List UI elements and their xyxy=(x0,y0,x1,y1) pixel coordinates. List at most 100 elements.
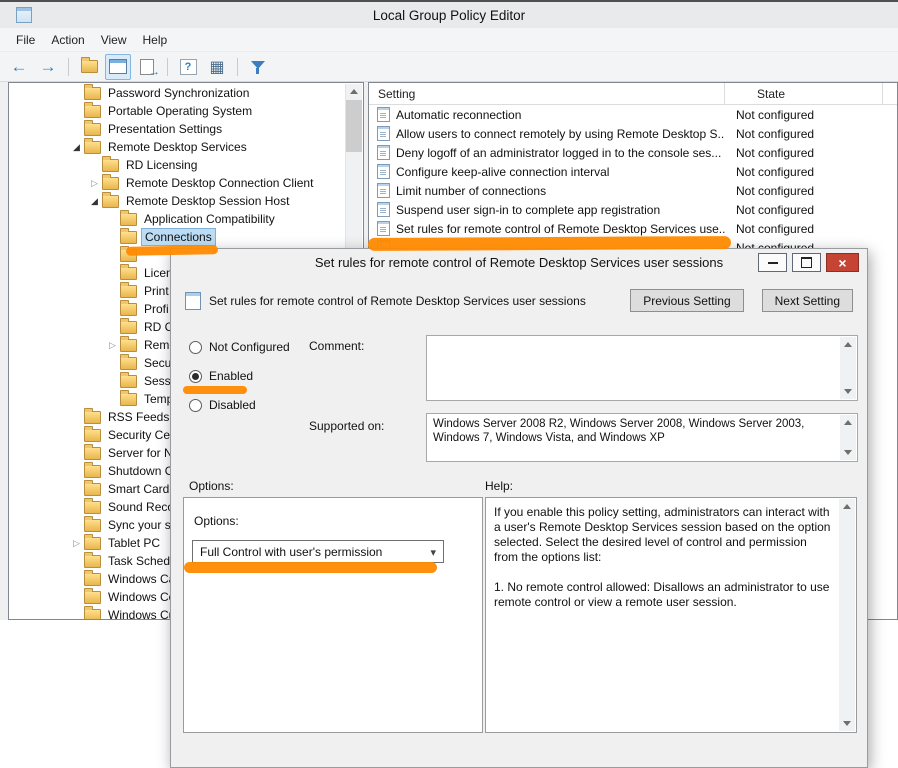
menu-action[interactable]: Action xyxy=(43,31,92,49)
tree-item-label: Windows Ca xyxy=(105,571,178,587)
help-icon[interactable] xyxy=(175,54,201,80)
minimize-icon xyxy=(768,262,778,264)
folder-icon xyxy=(84,465,101,478)
back-arrow-glyph xyxy=(11,57,28,77)
scroll-down-button[interactable] xyxy=(840,445,856,460)
filter-icon[interactable] xyxy=(245,54,271,80)
column-header-state[interactable]: State xyxy=(725,83,883,104)
radio-label: Enabled xyxy=(209,369,253,383)
folder-icon xyxy=(84,591,101,604)
annotation-connections xyxy=(126,245,218,256)
collapsed-twisty-icon[interactable] xyxy=(69,538,84,549)
remote-control-level-dropdown[interactable]: Full Control with user's permission xyxy=(192,540,444,563)
tree-item-remote-desktop-connection-client[interactable]: Remote Desktop Connection Client xyxy=(9,174,363,192)
previous-setting-button[interactable]: Previous Setting xyxy=(630,289,743,312)
folder-icon xyxy=(102,159,119,172)
radio-button-icon[interactable] xyxy=(189,341,202,354)
tree-item-label: Remote Desktop Connection Client xyxy=(123,175,316,191)
settings-row[interactable]: Allow users to connect remotely by using… xyxy=(369,124,897,143)
settings-row[interactable]: Automatic reconnectionNot configured xyxy=(369,105,897,124)
tree-item-label: Remote Desktop Services xyxy=(105,139,250,155)
radio-disabled[interactable]: Disabled xyxy=(189,395,290,415)
export-list-icon[interactable] xyxy=(134,54,160,80)
collapsed-twisty-icon[interactable] xyxy=(87,178,102,189)
next-setting-button[interactable]: Next Setting xyxy=(762,289,853,312)
supported-on-box[interactable]: Windows Server 2008 R2, Windows Server 2… xyxy=(426,413,858,462)
tree-item-label: Windows Co xyxy=(105,589,178,605)
forward-icon[interactable] xyxy=(35,54,61,80)
tree-item-presentation-settings[interactable]: Presentation Settings xyxy=(9,120,363,138)
scroll-up-button[interactable] xyxy=(840,337,856,352)
folder-icon xyxy=(84,87,101,100)
expanded-twisty-icon[interactable] xyxy=(69,142,84,153)
settings-row[interactable]: Deny logoff of an administrator logged i… xyxy=(369,143,897,162)
tree-item-label: Sound Reco xyxy=(105,499,177,515)
minimize-button[interactable] xyxy=(758,253,787,272)
tree-item-label: RD Licensing xyxy=(123,157,200,173)
folder-icon xyxy=(84,105,101,118)
settings-row[interactable]: Limit number of connectionsNot configure… xyxy=(369,181,897,200)
tree-item-rd-licensing[interactable]: RD Licensing xyxy=(9,156,363,174)
help-pane: If you enable this policy setting, admin… xyxy=(485,497,857,733)
comment-textarea[interactable] xyxy=(426,335,858,401)
maximize-button[interactable] xyxy=(792,253,821,272)
window-title: Local Group Policy Editor xyxy=(0,8,898,23)
settings-row[interactable]: Suspend user sign-in to complete app reg… xyxy=(369,200,897,219)
menu-help[interactable]: Help xyxy=(135,31,176,49)
scroll-down-button[interactable] xyxy=(840,384,856,399)
tree-item-portable-operating-system[interactable]: Portable Operating System xyxy=(9,102,363,120)
scrollbar-thumb[interactable] xyxy=(346,100,362,152)
tree-item-remote-desktop-session-host[interactable]: Remote Desktop Session Host xyxy=(9,192,363,210)
setting-state: Not configured xyxy=(725,108,883,122)
tree-item-remote-desktop-services[interactable]: Remote Desktop Services xyxy=(9,138,363,156)
settings-column-headers: Setting State xyxy=(369,83,897,105)
column-header-setting[interactable]: Setting xyxy=(369,83,725,104)
folder-icon xyxy=(84,447,101,460)
policy-setting-icon xyxy=(377,145,390,160)
table-glyph xyxy=(209,57,224,77)
settings-row[interactable]: Set rules for remote control of Remote D… xyxy=(369,219,897,238)
console-glyph xyxy=(109,59,127,74)
scroll-up-button[interactable] xyxy=(840,415,856,430)
tree-item-label: Shutdown O xyxy=(105,463,177,479)
toolbar-separator xyxy=(237,58,238,76)
radio-button-icon[interactable] xyxy=(189,370,202,383)
help-text: If you enable this policy setting, admin… xyxy=(486,498,856,616)
tree-item-connections[interactable]: Connections xyxy=(9,228,363,246)
annotation-dropdown xyxy=(184,562,437,573)
close-button[interactable] xyxy=(826,253,859,272)
tree-item-label: Remote Desktop Session Host xyxy=(123,193,292,209)
help-scrollbar[interactable] xyxy=(839,499,855,731)
policy-setting-icon xyxy=(377,202,390,217)
folder-icon xyxy=(84,141,101,154)
expanded-twisty-icon[interactable] xyxy=(87,196,102,207)
setting-cell: Allow users to connect remotely by using… xyxy=(369,126,725,141)
window-titlebar[interactable]: Local Group Policy Editor xyxy=(0,2,898,28)
export-glyph xyxy=(140,59,154,75)
scroll-up-button[interactable] xyxy=(346,84,362,99)
radio-button-icon[interactable] xyxy=(189,399,202,412)
setting-name: Configure keep-alive connection interval xyxy=(396,165,609,179)
scroll-up-button[interactable] xyxy=(839,499,855,514)
radio-enabled[interactable]: Enabled xyxy=(189,366,290,386)
settings-row[interactable]: Configure keep-alive connection interval… xyxy=(369,162,897,181)
show-console-tree-icon[interactable] xyxy=(105,54,131,80)
folder-icon xyxy=(120,303,137,316)
comment-scrollbar[interactable] xyxy=(840,337,856,399)
standard-view-icon[interactable] xyxy=(204,54,230,80)
tree-item-label: Profi xyxy=(141,301,172,317)
back-icon[interactable] xyxy=(6,54,32,80)
dialog-titlebar[interactable]: Set rules for remote control of Remote D… xyxy=(171,249,867,276)
supported-scrollbar[interactable] xyxy=(840,415,856,460)
tree-item-application-compatibility[interactable]: Application Compatibility xyxy=(9,210,363,228)
tree-item-label: Server for N xyxy=(105,445,176,461)
up-one-level-icon[interactable] xyxy=(76,54,102,80)
tree-item-password-synchronization[interactable]: Password Synchronization xyxy=(9,84,363,102)
setting-cell: Set rules for remote control of Remote D… xyxy=(369,221,725,236)
scroll-down-button[interactable] xyxy=(839,716,855,731)
menu-file[interactable]: File xyxy=(8,31,43,49)
menu-view[interactable]: View xyxy=(93,31,135,49)
radio-not-configured[interactable]: Not Configured xyxy=(189,337,290,357)
collapsed-twisty-icon[interactable] xyxy=(105,340,120,351)
state-radio-group: Not Configured Enabled Disabled xyxy=(189,337,290,424)
